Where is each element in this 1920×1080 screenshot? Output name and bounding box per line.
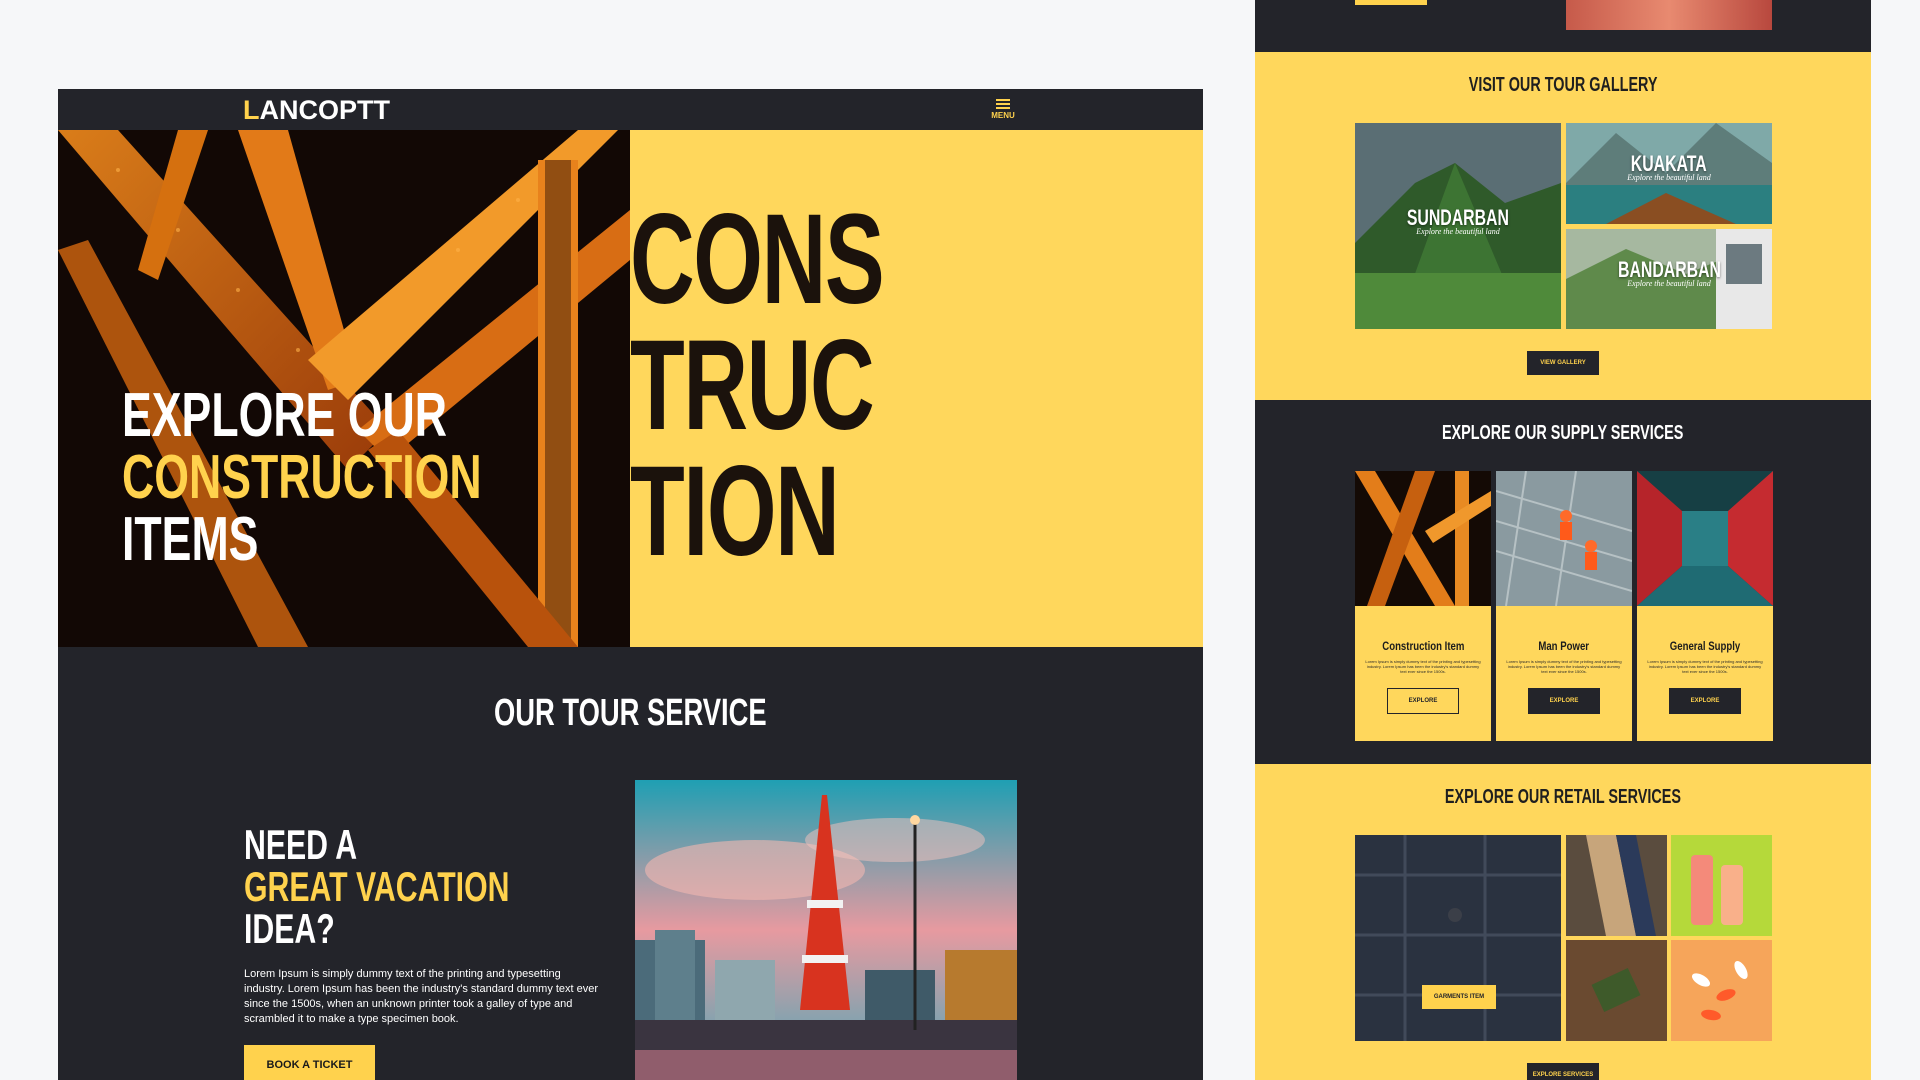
explore-services-button[interactable]: EXPLORE SERVICES [1527,1063,1599,1080]
view-gallery-button[interactable]: VIEW GALLERY [1527,351,1599,375]
construction-item-image [1355,471,1491,606]
card-text: Lorem Ipsum is simply dummy text of the … [1506,659,1622,674]
hero-big-word-line: TION [630,440,840,583]
services-page-mockup: VISIT OUR TOUR GALLERY SUNDARBAN Explore… [1255,0,1871,1080]
hero-section: EXPLORE OUR CONSTRUCTION ITEMS CONS TRUC… [58,130,1203,647]
supply-section: EXPLORE OUR SUPPLY SERVICES Construction… [1255,400,1871,764]
hero-title: EXPLORE OUR CONSTRUCTION ITEMS [122,381,482,574]
card-title: General Supply [1669,639,1741,653]
home-page-mockup: LANCOPTT MENU EXPLORE OUR CONSTRUCTION I… [58,89,1203,1080]
vacation-title: NEED A GREAT VACATION IDEA? [244,821,510,952]
man-power-image [1496,471,1632,606]
gallery-item-sundarban[interactable]: SUNDARBAN Explore the beautiful land [1355,123,1561,329]
gallery-section: VISIT OUR TOUR GALLERY SUNDARBAN Explore… [1255,52,1871,400]
hero-steel-structure-image: EXPLORE OUR CONSTRUCTION ITEMS [58,130,630,647]
strip-image-edge [1566,0,1772,30]
retail-pills-image [1671,940,1772,1041]
tokyo-tower-image [635,780,1017,1080]
supply-card: General Supply Lorem Ipsum is simply dum… [1637,471,1773,741]
menu-label: MENU [991,111,1015,120]
tour-service-heading: OUR TOUR SERVICE [494,692,767,734]
hero-big-word-line: CONS [630,188,885,331]
supply-heading: EXPLORE OUR SUPPLY SERVICES [1442,422,1684,444]
vacation-description: Lorem Ipsum is simply dummy text of the … [244,968,599,1025]
retail-fabric-image [1566,835,1667,936]
book-ticket-button[interactable]: BOOK A TICKET [244,1045,375,1080]
garments-item-button[interactable]: GARMENTS ITEM [1422,985,1496,1009]
retail-section: EXPLORE OUR RETAIL SERVICES GARMENTS ITE… [1255,764,1871,1080]
menu-button[interactable]: MENU [988,97,1018,120]
retail-garments-image: GARMENTS ITEM [1355,835,1561,1041]
retail-cosmetics-image [1671,835,1772,936]
card-text: Lorem Ipsum is simply dummy text of the … [1647,659,1763,674]
card-title: Man Power [1538,639,1590,653]
top-strip [1255,0,1871,52]
card-text: Lorem Ipsum is simply dummy text of the … [1365,659,1481,674]
strip-button-edge [1355,0,1427,5]
gallery-item-kuakata[interactable]: KUAKATA Explore the beautiful land [1566,123,1772,224]
retail-tool-image [1566,940,1667,1041]
card-title: Construction Item [1381,639,1465,653]
supply-card: Man Power Lorem Ipsum is simply dummy te… [1496,471,1632,741]
explore-button[interactable]: EXPLORE [1528,688,1600,714]
supply-card: Construction Item Lorem Ipsum is simply … [1355,471,1491,741]
hero-word-panel: CONS TRUC TION [630,130,1203,647]
general-supply-image [1637,471,1773,606]
retail-heading: EXPLORE OUR RETAIL SERVICES [1444,786,1682,808]
explore-button[interactable]: EXPLORE [1669,688,1741,714]
gallery-item-bandarban[interactable]: BANDARBAN Explore the beautiful land [1566,229,1772,329]
top-navbar: LANCOPTT MENU [58,89,1203,130]
brand-logo[interactable]: LANCOPTT [243,95,390,126]
gallery-heading: VISIT OUR TOUR GALLERY [1468,74,1658,96]
explore-button[interactable]: EXPLORE [1387,688,1459,714]
hero-big-word-line: TRUC [630,314,875,457]
hamburger-icon [988,99,1018,109]
